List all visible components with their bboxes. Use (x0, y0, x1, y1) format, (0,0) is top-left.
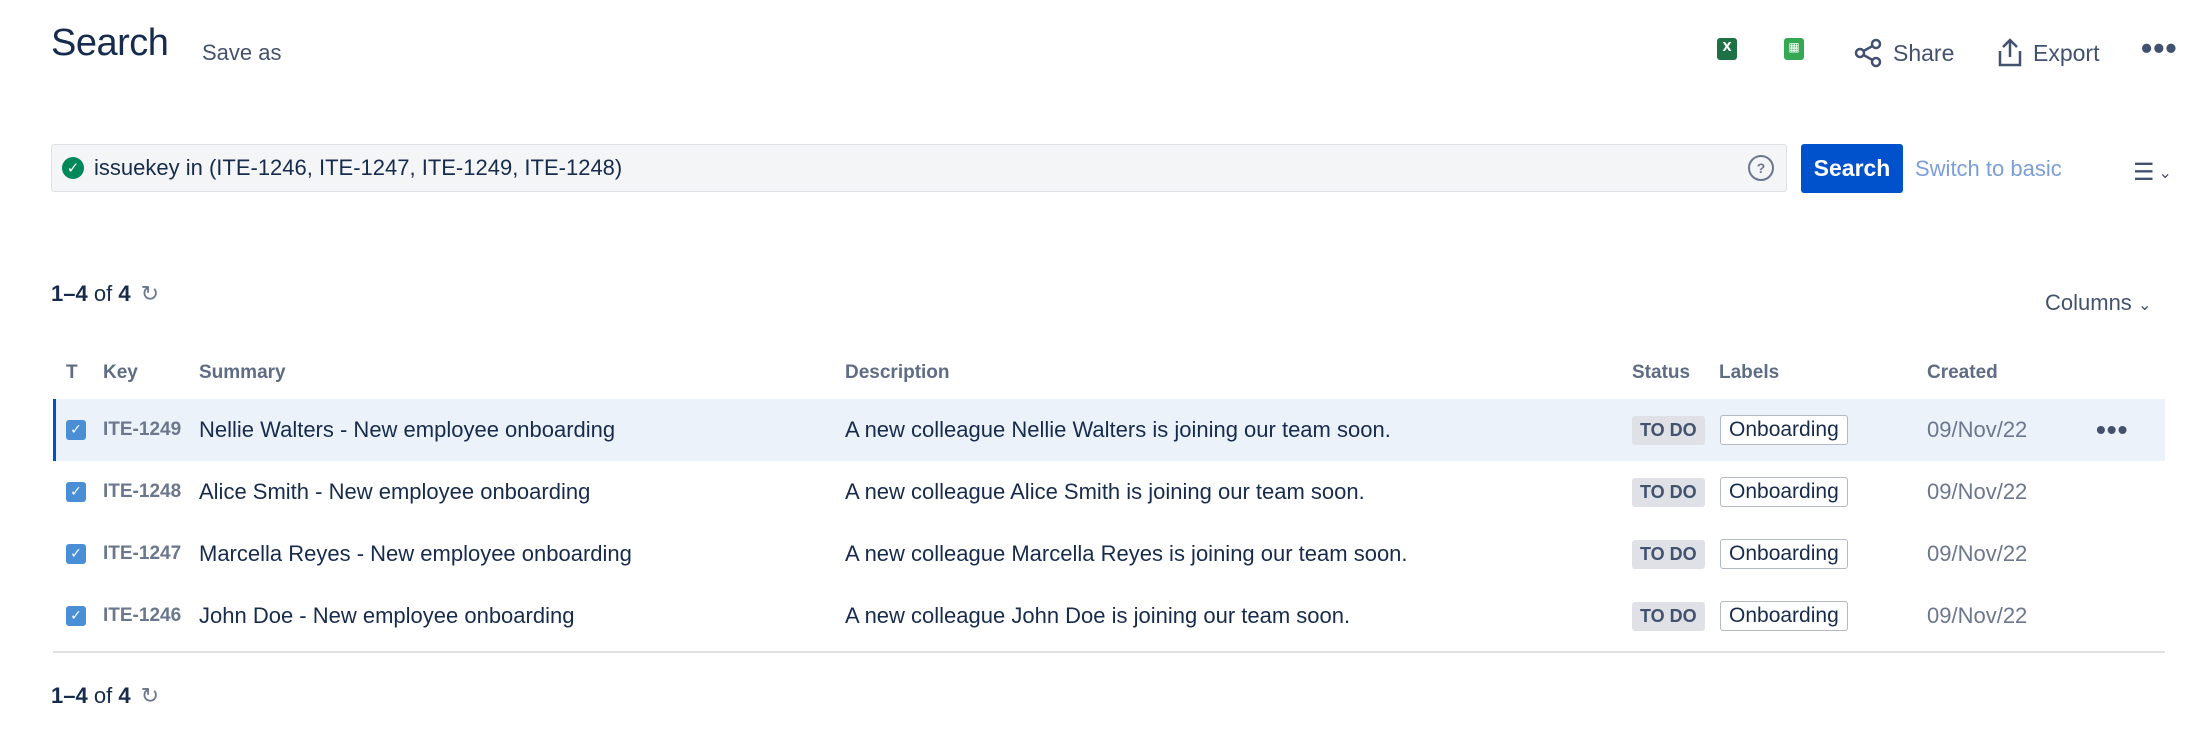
more-icon: ••• (2096, 414, 2129, 445)
task-type-icon: ✓ (66, 482, 86, 502)
table-row[interactable]: ✓ ITE-1248 Alice Smith - New employee onbo… (53, 461, 2165, 523)
switch-to-basic-link[interactable]: Switch to basic (1915, 156, 2062, 182)
issue-key-link[interactable]: ITE-1249 (103, 399, 181, 461)
issue-key-link[interactable]: ITE-1246 (103, 585, 181, 647)
status-badge[interactable]: TO DO (1632, 415, 1705, 445)
valid-query-icon: ✓ (62, 157, 84, 179)
labels-cell: Onboarding (1720, 399, 1848, 461)
task-type-cell: ✓ (66, 461, 86, 523)
issue-description: A new colleague John Doe is joining our … (845, 603, 1351, 628)
issue-key-link[interactable]: ITE-1248 (103, 461, 181, 523)
results-count: 1–4 of 4 ↻ (51, 281, 159, 307)
labels-cell: Onboarding (1720, 585, 1848, 647)
page-title: Search (51, 22, 169, 64)
help-icon[interactable]: ? (1748, 155, 1774, 181)
task-type-icon: ✓ (66, 544, 86, 564)
results-total: 4 (118, 281, 131, 306)
task-type-cell: ✓ (66, 399, 86, 461)
issue-summary-link[interactable]: Nellie Walters - New employee onboarding (199, 399, 615, 461)
row-actions-button[interactable]: ••• (2096, 399, 2128, 461)
issue-key-link[interactable]: ITE-1247 (103, 523, 181, 585)
chevron-down-icon: ⌄ (2137, 297, 2152, 314)
table-divider (53, 651, 2165, 653)
created-date: 09/Nov/22 (1927, 541, 2028, 566)
export-excel-button[interactable]: X (1717, 38, 1737, 60)
issue-summary-link[interactable]: Alice Smith - New employee onboarding (199, 461, 590, 523)
export-button[interactable]: Export (1997, 38, 2099, 68)
results-range: 1–4 (51, 281, 88, 306)
column-header-type[interactable]: T (66, 362, 78, 398)
status-cell[interactable]: TO DO (1632, 399, 1705, 461)
task-type-cell: ✓ (66, 523, 86, 585)
issue-description: A new colleague Nellie Walters is joinin… (845, 417, 1391, 442)
results-range: 1–4 (51, 683, 88, 708)
column-header-created[interactable]: Created (1927, 362, 1998, 398)
search-button[interactable]: Search (1801, 144, 1903, 193)
export-icon (1998, 38, 2022, 67)
table-row[interactable]: ✓ ITE-1249 Nellie Walters - New employee o… (53, 399, 2165, 461)
save-as-button[interactable]: Save as (202, 40, 282, 66)
share-icon (1854, 38, 1882, 68)
share-button[interactable]: Share (1853, 38, 1954, 68)
label-tag[interactable]: Onboarding (1720, 539, 1848, 569)
created-date: 09/Nov/22 (1927, 603, 2028, 628)
task-type-cell: ✓ (66, 585, 86, 647)
status-badge[interactable]: TO DO (1632, 601, 1705, 631)
more-actions-button[interactable]: ••• (2141, 30, 2178, 67)
status-badge[interactable]: TO DO (1632, 539, 1705, 569)
list-layout-icon: ☰ (2133, 159, 2155, 186)
task-type-icon: ✓ (66, 420, 86, 440)
column-header-status[interactable]: Status (1632, 362, 1690, 398)
jql-query-field[interactable]: ✓ issuekey in (ITE-1246, ITE-1247, ITE-1… (51, 144, 1787, 192)
columns-label: Columns (2045, 290, 2132, 315)
results-of: of (93, 281, 113, 306)
table-row[interactable]: ✓ ITE-1246 John Doe - New employee onboard… (53, 585, 2165, 647)
more-icon: ••• (2141, 30, 2178, 66)
jql-query-text[interactable]: issuekey in (ITE-1246, ITE-1247, ITE-124… (94, 155, 1748, 181)
table-row[interactable]: ✓ ITE-1247 Marcella Reyes - New employee o… (53, 523, 2165, 585)
issue-summary-link[interactable]: Marcella Reyes - New employee onboarding (199, 523, 632, 585)
created-date: 09/Nov/22 (1927, 479, 2028, 504)
status-cell[interactable]: TO DO (1632, 585, 1705, 647)
label-tag[interactable]: Onboarding (1720, 601, 1848, 631)
status-cell[interactable]: TO DO (1632, 523, 1705, 585)
status-badge[interactable]: TO DO (1632, 477, 1705, 507)
excel-icon: X (1717, 38, 1737, 60)
issue-description: A new colleague Marcella Reyes is joinin… (845, 541, 1408, 566)
label-tag[interactable]: Onboarding (1720, 477, 1848, 507)
issue-description: A new colleague Alice Smith is joining o… (845, 479, 1365, 504)
labels-cell: Onboarding (1720, 523, 1848, 585)
export-label: Export (2033, 39, 2100, 66)
google-sheets-icon: ▦ (1784, 38, 1804, 60)
column-header-labels[interactable]: Labels (1719, 362, 1779, 398)
results-of: of (93, 683, 113, 708)
label-tag[interactable]: Onboarding (1720, 415, 1848, 445)
column-header-summary[interactable]: Summary (199, 362, 286, 398)
column-header-description[interactable]: Description (845, 362, 950, 398)
issue-summary-link[interactable]: John Doe - New employee onboarding (199, 585, 574, 647)
share-label: Share (1893, 39, 1955, 66)
chevron-down-icon: ⌄ (2158, 164, 2172, 182)
column-header-key[interactable]: Key (103, 362, 138, 398)
results-count-footer: 1–4 of 4 ↻ (51, 683, 159, 709)
export-sheets-button[interactable]: ▦ (1784, 38, 1804, 60)
task-type-icon: ✓ (66, 606, 86, 626)
created-date: 09/Nov/22 (1927, 417, 2028, 442)
results-total: 4 (118, 683, 131, 708)
refresh-icon[interactable]: ↻ (141, 281, 159, 307)
status-cell[interactable]: TO DO (1632, 461, 1705, 523)
refresh-icon[interactable]: ↻ (141, 683, 159, 709)
columns-button[interactable]: Columns ⌄ (2045, 290, 2151, 316)
layout-menu-button[interactable]: ☰ ⌄ (2133, 158, 2172, 187)
labels-cell: Onboarding (1720, 461, 1848, 523)
